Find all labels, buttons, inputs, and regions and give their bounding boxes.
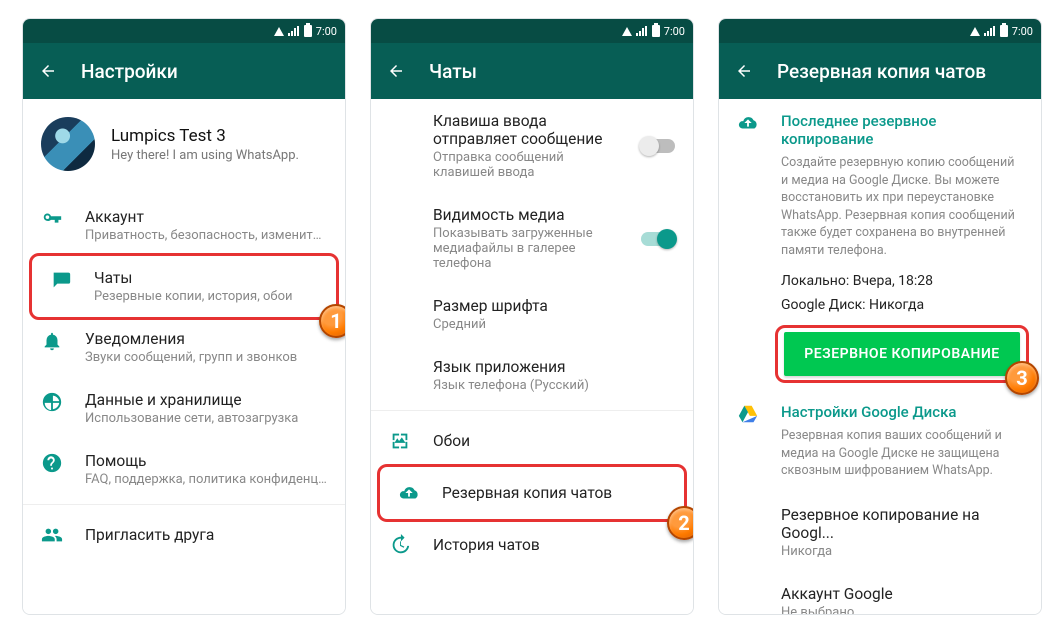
status-bar: 7:00 — [719, 19, 1041, 43]
screen-title: Резервная копия чатов — [777, 60, 986, 83]
backup-section-gdrive: Настройки Google Диска Резервная копия в… — [719, 390, 1041, 493]
app-bar: Чаты — [371, 43, 693, 99]
screen-backup: 7:00 Резервная копия чатов Последнее рез… — [718, 18, 1042, 615]
chats-item-enter-sends[interactable]: Клавиша ввода отправляет сообщениеОтправ… — [371, 99, 693, 193]
drive-backup-row: Google Диск: Никогда — [781, 297, 1023, 313]
signal-icon — [984, 26, 996, 36]
app-bar: Настройки — [23, 43, 345, 99]
back-icon[interactable] — [387, 62, 405, 80]
gdrive-heading: Настройки Google Диска — [781, 403, 1023, 421]
chats-item-wallpaper[interactable]: Обои — [371, 415, 693, 467]
backup-item-frequency[interactable]: Резервное копирование на Googl...Никогда — [719, 493, 1041, 572]
settings-item-invite[interactable]: Пригласить друга — [23, 509, 345, 561]
screen-title: Чаты — [429, 60, 477, 83]
wifi-icon — [622, 27, 632, 36]
status-bar: 7:00 — [23, 19, 345, 43]
cloud-up-icon — [737, 112, 759, 134]
settings-item-chats[interactable]: ЧатыРезервные копии, история, обои — [29, 253, 339, 320]
wallpaper-icon — [389, 430, 411, 452]
app-bar: Резервная копия чатов — [719, 43, 1041, 99]
history-icon — [389, 534, 411, 556]
chats-item-media-visibility[interactable]: Видимость медиаПоказывать загруженные ме… — [371, 193, 693, 284]
profile-name: Lumpics Test 3 — [111, 126, 299, 146]
settings-item-account[interactable]: АккаунтПриватность, безопасность, измени… — [23, 195, 345, 256]
avatar — [41, 117, 95, 171]
backup-now-button[interactable]: РЕЗЕРВНОЕ КОПИРОВАНИЕ — [784, 332, 1020, 376]
toggle-media-visibility[interactable] — [641, 232, 675, 246]
screen-chats: 7:00 Чаты Клавиша ввода отправляет сообщ… — [370, 18, 694, 615]
backup-item-account[interactable]: Аккаунт GoogleНе выбрано — [719, 572, 1041, 615]
profile-status: Hey there! I am using WhatsApp. — [111, 148, 299, 163]
backup-section-last: Последнее резервное копирование Создайте… — [719, 99, 1041, 390]
settings-item-notifications[interactable]: УведомленияЗвуки сообщений, групп и звон… — [23, 317, 345, 378]
clock: 7:00 — [664, 25, 685, 38]
battery-icon — [1000, 25, 1008, 37]
screen-settings: 7:00 Настройки Lumpics Test 3 Hey there!… — [22, 18, 346, 615]
chats-item-backup[interactable]: Резервная копия чатов — [377, 464, 687, 522]
chats-item-language[interactable]: Язык приложенияЯзык телефона (Русский) — [371, 345, 693, 406]
bell-icon — [41, 330, 63, 352]
wifi-icon — [274, 27, 284, 36]
local-backup-row: Локально: Вчера, 18:28 — [781, 273, 1023, 289]
wifi-icon — [970, 27, 980, 36]
signal-icon — [288, 26, 300, 36]
key-icon — [41, 208, 63, 230]
back-icon[interactable] — [39, 62, 57, 80]
settings-item-help[interactable]: ПомощьFAQ, поддержка, политика конфиденц… — [23, 439, 345, 500]
cloud-up-icon — [398, 482, 420, 504]
gdrive-icon — [737, 403, 759, 425]
status-bar: 7:00 — [371, 19, 693, 43]
clock: 7:00 — [316, 25, 337, 38]
backup-button-highlight: РЕЗЕРВНОЕ КОПИРОВАНИЕ — [775, 325, 1029, 383]
chat-icon — [50, 269, 72, 291]
toggle-enter-sends[interactable] — [641, 139, 675, 153]
people-icon — [41, 524, 63, 546]
clock: 7:00 — [1012, 25, 1033, 38]
last-backup-desc: Создайте резервную копию сообщений и мед… — [781, 154, 1023, 259]
help-icon — [41, 452, 63, 474]
battery-icon — [652, 25, 660, 37]
gdrive-desc: Резервная копия ваших сообщений и медиа … — [781, 427, 1023, 480]
screen-title: Настройки — [81, 60, 178, 83]
battery-icon — [304, 25, 312, 37]
settings-item-data[interactable]: Данные и хранилищеИспользование сети, ав… — [23, 378, 345, 439]
last-backup-heading: Последнее резервное копирование — [781, 112, 1023, 148]
chats-item-history[interactable]: История чатов — [371, 519, 693, 571]
back-icon[interactable] — [735, 62, 753, 80]
data-icon — [41, 391, 63, 413]
chats-item-font-size[interactable]: Размер шрифтаСредний — [371, 284, 693, 345]
signal-icon — [636, 26, 648, 36]
profile-row[interactable]: Lumpics Test 3 Hey there! I am using Wha… — [23, 99, 345, 195]
